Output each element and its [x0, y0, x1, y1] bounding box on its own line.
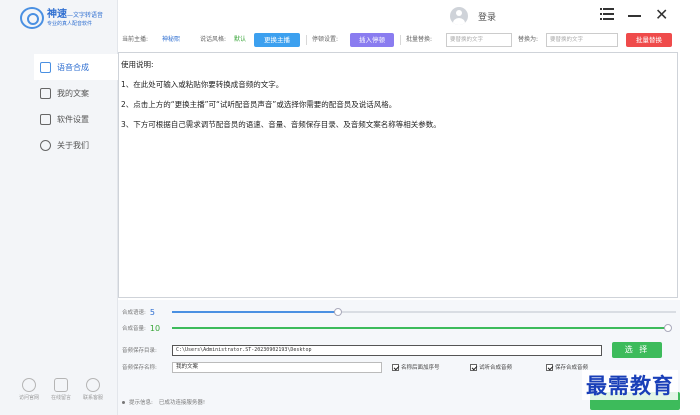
watermark-text: 最需教育 — [582, 370, 678, 400]
volume-slider-handle[interactable] — [664, 324, 672, 332]
headset-icon — [86, 378, 100, 392]
sidebar-item-label: 我的文案 — [57, 88, 89, 98]
append-index-label: 名称后面加序号 — [401, 365, 440, 371]
globe-icon — [22, 378, 36, 392]
sidebar-item-my-documents[interactable]: 我的文案 — [34, 80, 118, 106]
editor-line: 2、点击上方的“更换主播”可“试听配音员声音”或选择你需要的配音员及说话风格。 — [121, 100, 397, 109]
volume-label: 合成音量: — [122, 326, 146, 332]
speed-slider[interactable] — [172, 308, 676, 316]
sidebar-nav: 语音合成 我的文案 软件设置 关于我们 — [34, 54, 118, 158]
replace-with-label: 替换为: — [518, 36, 539, 43]
volume-row: 合成音量: 10 — [122, 322, 160, 334]
online-message-label: 在线留言 — [50, 395, 71, 401]
app-tagline: 专业的真人配音软件 — [47, 20, 93, 27]
status-value: 已成功连接服务器! — [158, 400, 206, 406]
preview-audio-checkbox[interactable]: 试听合成音频 — [470, 363, 512, 371]
settings-sliders-icon — [40, 113, 51, 125]
save-dir-input[interactable]: C:\Users\Administrator.ST-20230902193\De… — [172, 345, 602, 356]
anchor-label: 当前主播: — [122, 36, 149, 43]
save-name-input[interactable]: 我的文案 — [172, 362, 382, 373]
info-icon — [40, 139, 51, 151]
app-logo: 神速—文字转语音 专业的真人配音软件 — [20, 6, 116, 30]
voice-synthesis-icon — [40, 61, 51, 73]
status-bar: 提示信息: 已成功连接服务器! — [122, 398, 205, 406]
sidebar-item-label: 软件设置 — [57, 114, 89, 124]
text-editor[interactable]: 使用说明: 1、在此处可输入或粘贴你要转换成音频的文字。 2、点击上方的“更换主… — [118, 52, 678, 298]
sidebar-item-label: 语音合成 — [57, 62, 89, 72]
editor-line: 1、在此处可输入或粘贴你要转换成音频的文字。 — [121, 80, 284, 89]
app-name: 神速 — [47, 8, 67, 20]
editor-line: 3、下方可根据自己需求调节配音员的语速、音量、音频保存目录、及音频文案名称等相关… — [121, 120, 441, 129]
sidebar: 神速—文字转语音 专业的真人配音软件 语音合成 我的文案 软件设置 关于我们 访… — [0, 0, 118, 415]
sidebar-item-label: 关于我们 — [57, 140, 89, 150]
login-label[interactable]: 登录 — [478, 10, 496, 23]
speed-row: 合成语速: 5 — [122, 306, 160, 318]
edit-icon — [54, 378, 68, 392]
replace-with-input[interactable]: 要替换的文字 — [546, 33, 618, 47]
anchor-value: 神秘熙 — [162, 36, 181, 43]
volume-slider-fill — [172, 327, 668, 329]
batch-replace-button[interactable]: 批量替换 — [626, 33, 672, 47]
sidebar-item-settings[interactable]: 软件设置 — [34, 106, 118, 132]
speed-value: 5 — [149, 307, 155, 317]
menu-icon[interactable] — [600, 8, 614, 22]
visit-website-button[interactable]: 访问官网 — [16, 378, 42, 401]
checkbox-checked[interactable] — [392, 363, 399, 371]
sidebar-item-about[interactable]: 关于我们 — [34, 132, 118, 158]
visit-website-label: 访问官网 — [18, 395, 39, 401]
style-label: 说话风格: — [200, 36, 227, 43]
append-index-checkbox[interactable]: 名称后面加序号 — [392, 363, 440, 371]
close-icon[interactable]: ✕ — [655, 7, 669, 23]
save-dir-label: 音频保存目录: — [122, 348, 157, 354]
sidebar-item-voice-synthesis[interactable]: 语音合成 — [34, 54, 118, 80]
contact-support-label: 联系客服 — [82, 395, 103, 401]
checkbox-checked[interactable] — [470, 363, 477, 371]
sidebar-footer: 访问官网 在线留言 联系客服 — [16, 378, 106, 401]
speed-slider-handle[interactable] — [334, 308, 343, 316]
volume-slider[interactable] — [172, 324, 672, 332]
avatar[interactable] — [450, 7, 468, 25]
checkbox-checked[interactable] — [546, 363, 553, 371]
editor-line: 使用说明: — [121, 60, 154, 69]
preview-audio-label: 试听合成音频 — [479, 365, 513, 371]
app-name-suffix: —文字转语音 — [67, 11, 104, 19]
style-value: 默认 — [234, 36, 247, 43]
status-label: 提示信息: — [129, 400, 153, 406]
change-anchor-button[interactable]: 更换主播 — [254, 33, 300, 47]
batch-replace-input[interactable]: 要替换的文字 — [446, 33, 512, 47]
speed-slider-fill — [172, 311, 339, 313]
save-name-label: 音频保存名称: — [122, 365, 157, 371]
choose-dir-button[interactable]: 选 择 — [612, 342, 662, 358]
document-icon — [40, 87, 51, 99]
insert-pause-button[interactable]: 插入停顿 — [350, 33, 394, 47]
contact-support-button[interactable]: 联系客服 — [80, 378, 106, 401]
logo-icon — [20, 7, 44, 29]
minimize-icon[interactable] — [628, 8, 642, 22]
pause-label: 停顿设置: — [312, 36, 339, 43]
volume-value: 10 — [149, 323, 161, 333]
speed-label: 合成语速: — [122, 310, 146, 316]
batch-replace-label: 批量替换: — [406, 36, 433, 43]
online-message-button[interactable]: 在线留言 — [48, 378, 74, 401]
toolbar: 当前主播: 神秘熙 说话风格: 默认 更换主播 停顿设置: 插入停顿 批量替换:… — [120, 33, 680, 49]
login-area[interactable]: 登录 — [450, 7, 496, 25]
